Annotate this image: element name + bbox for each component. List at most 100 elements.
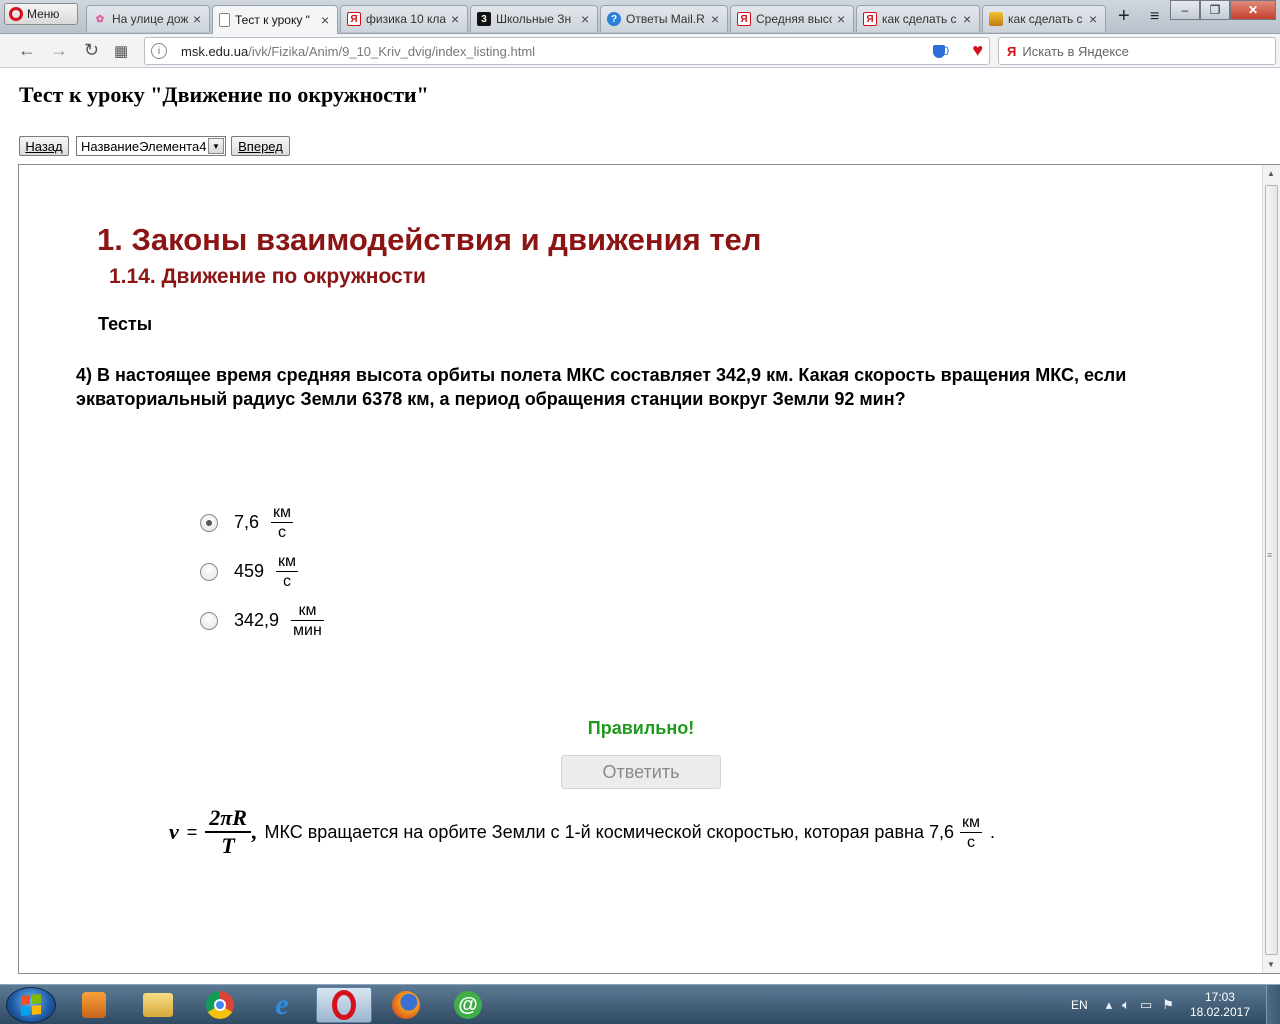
answer-radio[interactable] (200, 562, 218, 581)
system-tray: EN ▴ 🔈︎ ▭ ⚑ 17:03 18.02.2017 (1071, 985, 1280, 1024)
unit-numerator: км (298, 602, 317, 619)
tab-1[interactable]: ✿ На улице дож × (86, 5, 210, 32)
tab-title: Школьные Зн (496, 12, 572, 26)
dropdown-arrow-icon[interactable]: ▼ (208, 138, 224, 154)
back-button-label: Назад (25, 138, 63, 154)
show-desktop-button[interactable] (1266, 985, 1280, 1024)
answer-value: 459 (234, 561, 265, 581)
minimize-icon[interactable]: ‒ (1170, 0, 1200, 20)
volume-icon[interactable]: 🔈︎ (1122, 997, 1130, 1013)
forward-button-label: Вперед (238, 138, 283, 154)
tab-close-icon[interactable]: × (963, 11, 973, 27)
shield-icon[interactable] (933, 45, 945, 58)
firefox-icon[interactable] (378, 987, 434, 1023)
media-player-icon[interactable] (66, 987, 122, 1023)
yandex-search-icon: Я (1007, 43, 1017, 59)
tab-close-icon[interactable]: × (451, 11, 461, 27)
close-window-icon[interactable]: ✕ (1230, 0, 1276, 20)
restore-icon[interactable]: ❐ (1200, 0, 1230, 20)
tab-6[interactable]: Я Средняя высо × (730, 5, 854, 32)
clock-date: 18.02.2017 (1189, 1005, 1250, 1019)
back-arrow-icon[interactable]: ← (18, 40, 36, 61)
icq-glyph: @ (454, 991, 482, 1019)
formula-denominator: T (221, 833, 235, 858)
flamingo-icon: ✿ (95, 13, 105, 25)
unit-fraction: км с (276, 552, 299, 591)
question-icon: ? (607, 12, 621, 26)
reload-icon[interactable]: ↻ (84, 40, 99, 61)
tab-close-icon[interactable]: × (837, 11, 847, 27)
tab-close-icon[interactable]: × (321, 12, 331, 28)
scrollbar-thumb[interactable] (1265, 185, 1278, 955)
answer-radio[interactable] (200, 611, 218, 630)
explanation-text: МКС вращается на орбите Земли с 1-й косм… (264, 821, 954, 842)
speed-dial-icon[interactable]: ▦ (114, 42, 128, 60)
show-hidden-icons-icon[interactable]: ▴ (1106, 997, 1113, 1013)
section-heading: 1.14. Движение по окружности (109, 265, 426, 288)
feedback-message: Правильно! (587, 718, 695, 738)
tab-title: Средняя высо (756, 12, 832, 26)
opera-menu-button[interactable]: Меню (4, 3, 78, 25)
search-input[interactable]: Я Искать в Яндексе (998, 37, 1276, 65)
scroll-up-icon[interactable]: ▲ (1267, 169, 1275, 178)
unit-denominator: с (278, 524, 287, 541)
formula-equals: = (186, 821, 198, 842)
opera-icon[interactable] (316, 987, 372, 1023)
action-center-icon[interactable]: ⚑ (1162, 997, 1174, 1013)
answer-option-3[interactable]: 342,9 км мин (200, 601, 324, 640)
question-text: 4) В настоящее время средняя высота орби… (76, 365, 1127, 409)
page-icon (219, 13, 230, 27)
site-info-icon[interactable]: i (151, 43, 167, 59)
tab-list-icon[interactable]: ≡ (1150, 8, 1159, 26)
znanija-icon: 3 (477, 12, 491, 26)
submit-answer-button[interactable]: Ответить (561, 755, 721, 789)
tab-7[interactable]: Я как сделать с × (856, 5, 980, 32)
clock[interactable]: 17:03 18.02.2017 (1190, 990, 1250, 1020)
content-frame: 1. Законы взаимодействия и движения тел … (18, 164, 1280, 974)
tab-2[interactable]: Тест к уроку " × (212, 5, 338, 34)
ie-glyph: e (275, 988, 289, 1021)
tab-close-icon[interactable]: × (1089, 11, 1099, 27)
windows-logo-icon (21, 993, 41, 1017)
heart-bookmark-icon[interactable]: ♥ (972, 40, 983, 61)
tab-3[interactable]: Я физика 10 кла × (340, 5, 468, 32)
new-tab-icon[interactable]: + (1118, 5, 1130, 28)
unit-denominator: с (966, 833, 975, 851)
url-host: msk.edu.ua (181, 44, 249, 59)
chrome-icon[interactable] (192, 987, 248, 1023)
element-select[interactable]: НазваниеЭлемента4 ▼ (76, 136, 226, 156)
tab-4[interactable]: 3 Школьные Зн × (470, 5, 598, 32)
tab-close-icon[interactable]: × (581, 11, 591, 27)
icq-icon[interactable]: @ (440, 987, 496, 1023)
forward-arrow-icon[interactable]: → (50, 40, 68, 61)
tab-close-icon[interactable]: × (711, 11, 721, 27)
tab-8[interactable]: как сделать с × (982, 5, 1106, 32)
answer-option-1[interactable]: 7,6 км с (200, 503, 294, 542)
yandex-icon: Я (347, 12, 361, 26)
start-button[interactable] (6, 987, 56, 1023)
address-url[interactable]: msk.edu.ua/ivk/Fizika/Anim/9_10_Kriv_dvi… (181, 44, 535, 59)
tab-close-icon[interactable]: × (193, 11, 203, 27)
formula-fraction: 2πR T (205, 805, 251, 859)
internet-explorer-icon[interactable]: e (254, 987, 310, 1023)
back-button[interactable]: Назад (19, 136, 69, 156)
opera-glyph (332, 990, 356, 1020)
answer-value: 342,9 (234, 610, 280, 630)
forward-button[interactable]: Вперед (231, 136, 290, 156)
address-bar[interactable]: i msk.edu.ua/ivk/Fizika/Anim/9_10_Kriv_d… (144, 37, 990, 65)
tab-title: как сделать с (1008, 12, 1083, 26)
tab-5[interactable]: ? Ответы Mail.R × (600, 5, 728, 32)
vertical-scrollbar[interactable]: ▲ ≡ ▼ (1262, 165, 1280, 973)
select-value: НазваниеЭлемента4 (81, 138, 207, 154)
answer-radio[interactable] (200, 513, 218, 532)
unit-denominator: мин (293, 622, 322, 639)
language-indicator[interactable]: EN (1071, 998, 1088, 1012)
scroll-down-icon[interactable]: ▼ (1267, 960, 1275, 969)
network-icon[interactable]: ▭ (1140, 997, 1152, 1013)
url-path: /ivk/Fizika/Anim/9_10_Kriv_dvig/index_li… (248, 44, 536, 59)
file-explorer-icon[interactable] (130, 987, 186, 1023)
answer-option-2[interactable]: 459 км с (200, 552, 299, 591)
taskbar: e @ EN ▴ 🔈︎ ▭ ⚑ 17:03 18.02.2017 (0, 984, 1280, 1024)
image-icon (989, 12, 1003, 26)
menu-label: Меню (27, 7, 60, 21)
